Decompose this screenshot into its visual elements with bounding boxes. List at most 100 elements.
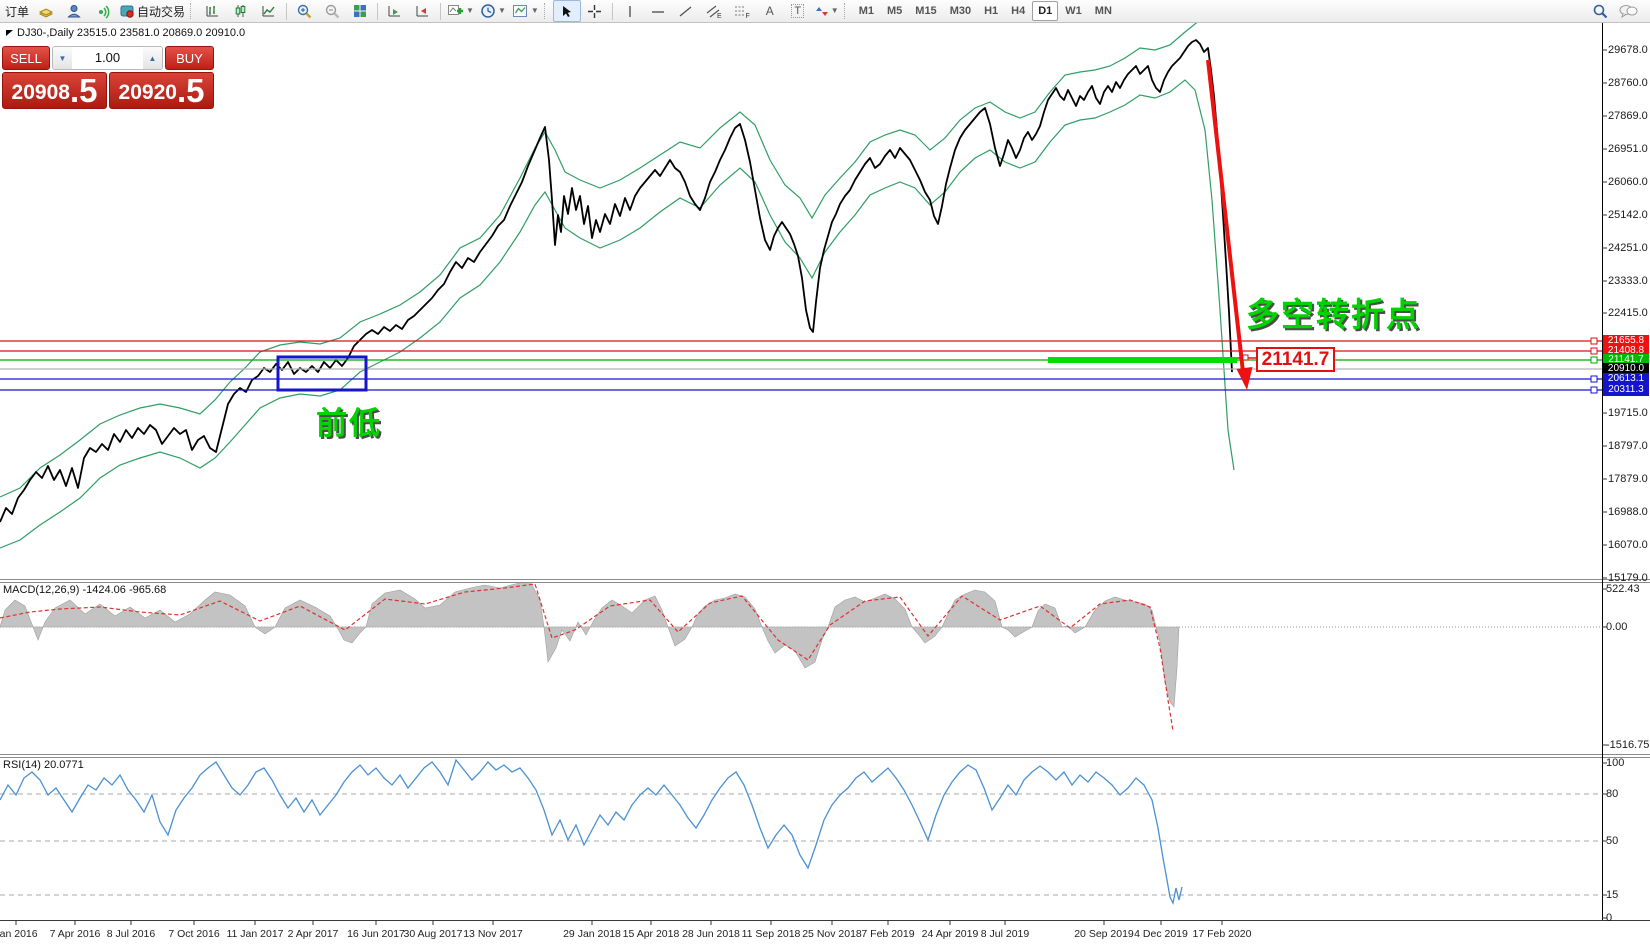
zoom-in-icon: [296, 3, 313, 20]
new-order-button[interactable]: 订单: [2, 0, 32, 22]
timeframe-group: M1M5M15M30H1H4D1W1MN: [853, 1, 1118, 21]
cursor-button[interactable]: [553, 0, 581, 22]
text-label-tool[interactable]: T: [784, 0, 812, 22]
channel-icon: E: [705, 3, 723, 19]
level-line-handle: [1591, 348, 1597, 354]
timeframe-h1[interactable]: H1: [978, 1, 1004, 21]
sell-price-main: 20908: [12, 80, 70, 106]
auto-scroll-button[interactable]: [381, 0, 409, 22]
label-tool-letter: T: [791, 4, 804, 18]
fibonacci-icon: F: [733, 3, 751, 19]
new-order-label: 订单: [5, 3, 29, 20]
toolbar-separator: [286, 3, 287, 20]
arrows-icon: [815, 4, 829, 19]
toolbar-separator: [377, 3, 378, 20]
tile-windows-icon: [352, 3, 368, 19]
buy-price-tile[interactable]: 20920 .5: [109, 72, 214, 109]
market-watch-icon[interactable]: [32, 0, 60, 22]
crosshair-button[interactable]: [581, 0, 609, 22]
zoom-in-button[interactable]: [290, 0, 318, 22]
timeframe-m1[interactable]: M1: [853, 1, 880, 21]
chart-shift-button[interactable]: [409, 0, 437, 22]
buy-price-frac: .5: [177, 75, 205, 106]
previous-low-annotation: 前低: [316, 398, 382, 443]
buy-button[interactable]: BUY: [165, 46, 214, 70]
sell-price-tile[interactable]: 20908 .5: [2, 72, 107, 109]
profile-button[interactable]: [60, 0, 88, 22]
line-chart-button[interactable]: [255, 0, 283, 22]
rsi-label: RSI(14) 20.0771: [3, 759, 84, 771]
periods-button[interactable]: ▼: [477, 0, 509, 22]
toolbar-separator: [440, 3, 441, 20]
chat-button[interactable]: [1614, 0, 1642, 22]
channel-letter: E: [717, 13, 722, 19]
horizontal-line-tool[interactable]: [644, 0, 672, 22]
macd-pane: [0, 581, 1602, 731]
chart-shift-icon: [415, 3, 431, 19]
sell-button[interactable]: SELL: [2, 46, 50, 70]
book-icon: [38, 3, 54, 19]
chart-canvas[interactable]: [0, 0, 1650, 948]
timeframe-d1[interactable]: D1: [1032, 1, 1058, 21]
timeframe-h4[interactable]: H4: [1005, 1, 1031, 21]
signal-button[interactable]: [88, 0, 116, 22]
chevron-down-icon: ▼: [498, 7, 506, 15]
vertical-line-tool[interactable]: [616, 0, 644, 22]
rsi-line: [0, 760, 1182, 903]
toolbar-grip: [544, 3, 550, 19]
toolbar-grip: [190, 3, 196, 19]
auto-trading-icon: [119, 3, 135, 19]
timeframe-m30[interactable]: M30: [944, 1, 977, 21]
price-line: [0, 40, 1232, 522]
level-line-handle: [1591, 357, 1597, 363]
search-icon: [1592, 3, 1609, 20]
signal-icon: [94, 3, 110, 19]
bar-chart-button[interactable]: [199, 0, 227, 22]
timeframe-w1[interactable]: W1: [1059, 1, 1088, 21]
main-price-pane: [0, 0, 1602, 548]
auto-scroll-icon: [387, 3, 403, 19]
timeframe-m5[interactable]: M5: [881, 1, 908, 21]
indicators-button[interactable]: ▼: [444, 0, 477, 22]
tile-windows-button[interactable]: [346, 0, 374, 22]
toolbar-grip: [844, 3, 850, 19]
zoom-out-icon: [324, 3, 341, 20]
chevron-down-icon: ▼: [531, 7, 539, 15]
timeframe-mn[interactable]: MN: [1089, 1, 1118, 21]
chevron-down-icon: ▼: [831, 7, 839, 15]
price-tag-label[interactable]: 21141.7: [1256, 347, 1335, 372]
auto-trading-button[interactable]: 自动交易: [116, 0, 188, 22]
text-tool[interactable]: A: [756, 0, 784, 22]
equidistant-channel-tool[interactable]: E: [700, 0, 728, 22]
ohlc-bars-icon: [205, 3, 221, 19]
crosshair-icon: [587, 4, 602, 19]
chart-symbol-header: DJ30-,Daily 23515.0 23581.0 20869.0 2091…: [6, 27, 245, 39]
arrows-tool[interactable]: ▼: [812, 0, 842, 22]
volume-value[interactable]: 1.00: [72, 47, 143, 69]
buy-price-main: 20920: [119, 80, 177, 106]
consolidation-box: [278, 357, 366, 390]
price-tag-anchor: [1243, 355, 1248, 360]
trendline-tool[interactable]: [672, 0, 700, 22]
trendline-icon: [678, 4, 694, 19]
highlight-bar: [1048, 357, 1237, 363]
volume-increase-button[interactable]: ▲: [143, 47, 162, 69]
candlestick-button[interactable]: [227, 0, 255, 22]
main-toolbar: 订单 自动交易 ▼ ▼: [0, 0, 1650, 23]
one-click-trading-panel: SELL ▼ 1.00 ▲ BUY 20908 .5 20920 .5: [2, 46, 214, 109]
fibonacci-tool[interactable]: F: [728, 0, 756, 22]
candlestick-icon: [233, 3, 249, 19]
search-button[interactable]: [1586, 0, 1614, 22]
templates-button[interactable]: ▼: [509, 0, 542, 22]
symbol-ohlc-text: DJ30-,Daily 23515.0 23581.0 20869.0 2091…: [17, 27, 245, 39]
zoom-out-button[interactable]: [318, 0, 346, 22]
volume-stepper[interactable]: ▼ 1.00 ▲: [52, 46, 163, 70]
chart-frame: [0, 23, 1650, 925]
indicators-icon: [447, 3, 464, 19]
cursor-icon: [559, 4, 574, 19]
volume-decrease-button[interactable]: ▼: [53, 47, 72, 69]
symbol-marker-icon: [6, 30, 13, 36]
macd-histogram: [0, 581, 1179, 707]
text-tool-letter: A: [766, 4, 774, 18]
timeframe-m15[interactable]: M15: [909, 1, 942, 21]
